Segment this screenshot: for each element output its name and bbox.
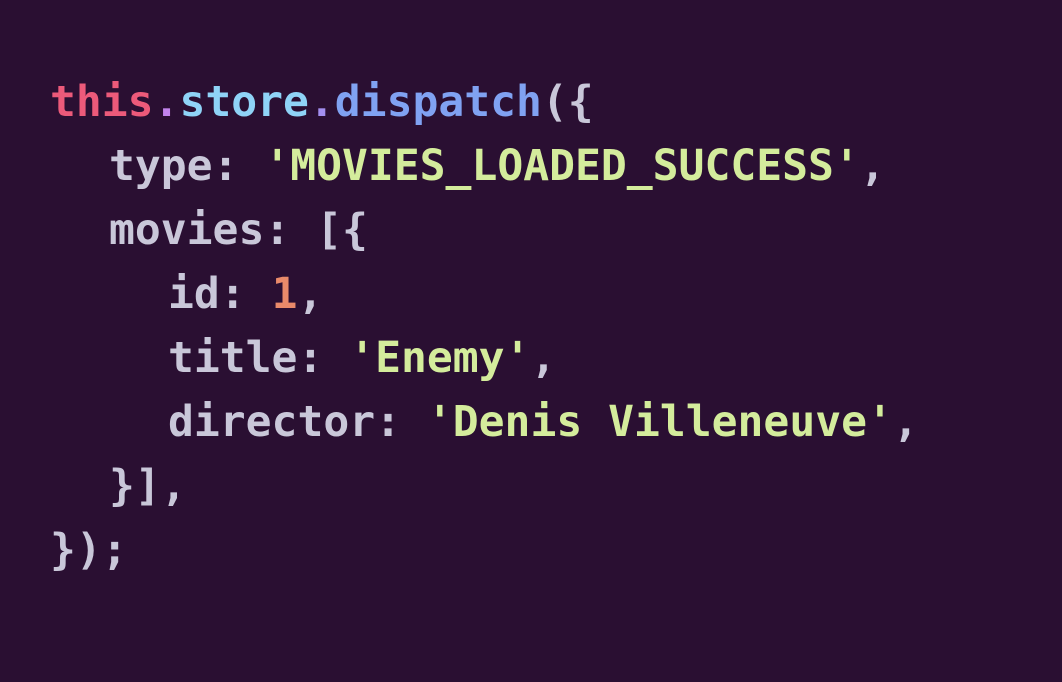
code-snippet-canvas: this.store.dispatch({type: 'MOVIES_LOADE… — [0, 0, 1062, 682]
title-value-string: 'Enemy' — [349, 333, 531, 383]
director-value-string: 'Denis Villeneuve' — [426, 397, 893, 447]
colon: : — [212, 141, 265, 191]
comma: , — [297, 269, 324, 319]
title-key: title — [168, 333, 298, 383]
store-identifier: store — [179, 77, 309, 127]
comma: , — [892, 397, 919, 447]
dispatch-method: dispatch — [334, 77, 542, 127]
code-line-6: director: 'Denis Villeneuve', — [50, 390, 919, 454]
comma: , — [859, 141, 886, 191]
comma: , — [530, 333, 557, 383]
code-line-1: this.store.dispatch({ — [50, 70, 919, 134]
code-line-7: }], — [50, 454, 919, 518]
id-key: id — [168, 269, 220, 319]
code-line-4: id: 1, — [50, 262, 919, 326]
colon: : — [264, 205, 317, 255]
dot-operator: . — [153, 77, 180, 127]
code-line-2: type: 'MOVIES_LOADED_SUCCESS', — [50, 134, 919, 198]
type-key: type — [109, 141, 213, 191]
open-bracket-brace: [{ — [316, 205, 368, 255]
close-brace-paren: }); — [50, 525, 128, 575]
director-key: director — [168, 397, 376, 447]
colon: : — [375, 397, 427, 447]
open-paren-brace: ({ — [541, 77, 594, 127]
this-keyword: this — [50, 77, 154, 127]
type-value-string: 'MOVIES_LOADED_SUCCESS' — [264, 141, 860, 191]
movies-key: movies — [109, 205, 265, 255]
close-brace-bracket: }], — [109, 461, 187, 511]
colon: : — [219, 269, 272, 319]
code-line-8: }); — [50, 518, 919, 582]
dot-operator: . — [308, 77, 335, 127]
code-line-3: movies: [{ — [50, 198, 919, 262]
code-block: this.store.dispatch({type: 'MOVIES_LOADE… — [50, 70, 919, 582]
id-value-number: 1 — [271, 269, 298, 319]
colon: : — [297, 333, 350, 383]
code-line-5: title: 'Enemy', — [50, 326, 919, 390]
